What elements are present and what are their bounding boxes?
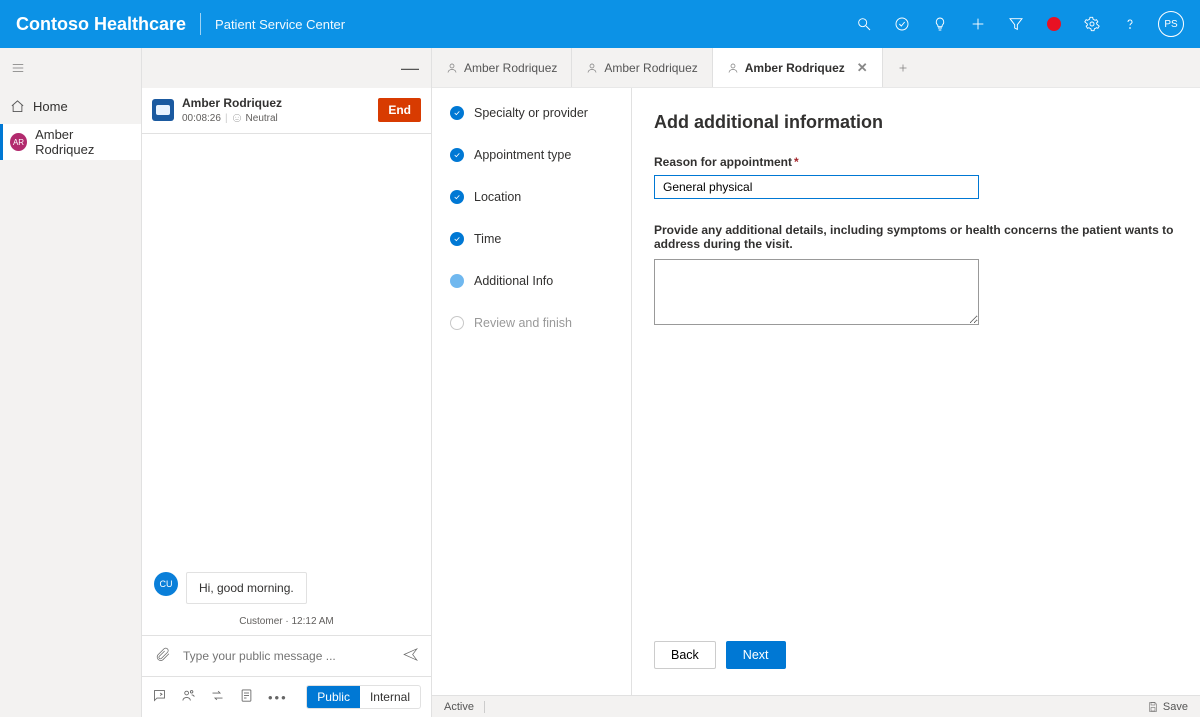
back-button[interactable]: Back [654,641,716,669]
chat-action-bar: ••• Public Internal [142,676,431,717]
save-button[interactable]: Save [1147,701,1188,713]
search-icon[interactable] [854,14,874,34]
chat-sentiment: Neutral [246,112,278,125]
step-time[interactable]: Time [450,232,621,246]
home-icon [10,99,25,114]
tab-label: Amber Rodriquez [464,61,557,75]
step-label: Location [474,190,521,204]
record-indicator-icon[interactable] [1044,14,1064,34]
person-icon [446,62,458,74]
chat-message-bubble: Hi, good morning. [186,572,307,604]
send-icon[interactable] [402,646,419,666]
lightbulb-icon[interactable] [930,14,950,34]
end-chat-button[interactable]: End [378,98,421,122]
sub-app-name: Patient Service Center [215,17,345,32]
toggle-public[interactable]: Public [307,686,360,708]
nav-item-home[interactable]: Home [0,88,141,124]
brand-name: Contoso Healthcare [16,14,186,35]
more-actions-icon[interactable]: ••• [268,690,288,705]
step-specialty[interactable]: Specialty or provider [450,106,621,120]
filter-icon[interactable] [1006,14,1026,34]
quick-reply-icon[interactable] [152,688,167,706]
status-text: Active [444,701,474,713]
new-tab-button[interactable] [883,48,923,87]
nav-collapse-button[interactable] [0,48,141,88]
chat-status-line: 00:08:26 | Neutral [182,112,370,125]
next-button[interactable]: Next [726,641,786,669]
chat-input[interactable] [181,648,392,664]
header-icon-bar: PS [854,11,1184,37]
check-icon [453,193,461,201]
app-header: Contoso Healthcare Patient Service Cente… [0,0,1200,48]
close-tab-icon[interactable]: ✕ [857,60,868,76]
chat-timer: 00:08:26 [182,112,221,125]
attach-icon[interactable] [154,646,171,666]
step-additional-info[interactable]: Additional Info [450,274,621,288]
help-icon[interactable] [1120,14,1140,34]
check-icon [453,235,461,243]
task-check-icon[interactable] [892,14,912,34]
plus-icon [897,62,909,74]
wizard-form: Add additional information Reason for ap… [632,88,1200,695]
form-heading: Add additional information [654,112,1182,133]
add-icon[interactable] [968,14,988,34]
chat-channel-icon [152,99,174,121]
tab-patient-1[interactable]: Amber Rodriquez [432,48,572,87]
status-bar: Active Save [432,695,1200,717]
details-textarea[interactable] [654,259,979,325]
nav-item-label: Amber Rodriquez [35,127,131,157]
tab-patient-2[interactable]: Amber Rodriquez [572,48,712,87]
step-label: Specialty or provider [474,106,588,120]
step-label: Review and finish [474,316,572,330]
person-icon [586,62,598,74]
step-location[interactable]: Location [450,190,621,204]
toggle-internal[interactable]: Internal [360,686,420,708]
wizard-steps: Specialty or provider Appointment type L… [432,88,632,695]
user-avatar[interactable]: PS [1158,11,1184,37]
transfer-icon[interactable] [210,688,225,706]
details-label: Provide any additional details, includin… [654,223,1182,251]
tab-patient-3[interactable]: Amber Rodriquez ✕ [713,48,883,87]
chat-message-meta: Customer · 12:12 AM [154,616,419,627]
brand-divider [200,13,201,35]
reason-input[interactable] [654,175,979,199]
minimize-icon[interactable]: — [401,58,419,79]
step-label: Time [474,232,501,246]
main-area: Amber Rodriquez Amber Rodriquez Amber Ro… [432,48,1200,717]
sentiment-icon [232,113,242,123]
notes-icon[interactable] [239,688,254,706]
chat-header: Amber Rodriquez 00:08:26 | Neutral End [142,88,431,134]
consult-icon[interactable] [181,688,196,706]
wizard-buttons: Back Next [654,605,1182,683]
save-icon [1147,701,1159,713]
nav-item-label: Home [33,99,68,114]
patient-avatar-icon: AR [10,133,27,151]
nav-item-patient[interactable]: AR Amber Rodriquez [0,124,141,160]
tab-bar: Amber Rodriquez Amber Rodriquez Amber Ro… [432,48,1200,88]
step-appointment-type[interactable]: Appointment type [450,148,621,162]
step-label: Additional Info [474,274,553,288]
chat-panel-toolbar: — [142,48,431,88]
settings-icon[interactable] [1082,14,1102,34]
chat-message-avatar-icon: CU [154,572,178,596]
chat-message: CU Hi, good morning. [154,572,419,604]
save-label: Save [1163,701,1188,713]
nav-rail: Home AR Amber Rodriquez [0,48,142,717]
check-icon [453,151,461,159]
reason-label: Reason for appointment* [654,155,1182,169]
chat-contact-name: Amber Rodriquez [182,96,370,112]
person-icon [727,62,739,74]
visibility-toggle: Public Internal [306,685,421,709]
chat-input-bar [142,635,431,676]
chat-panel: — Amber Rodriquez 00:08:26 | Neutral End… [142,48,432,717]
step-label: Appointment type [474,148,571,162]
user-avatar-initials: PS [1164,19,1177,30]
tab-label: Amber Rodriquez [604,61,697,75]
step-review[interactable]: Review and finish [450,316,621,330]
chat-messages: CU Hi, good morning. Customer · 12:12 AM [142,134,431,635]
tab-label: Amber Rodriquez [745,61,845,75]
check-icon [453,109,461,117]
